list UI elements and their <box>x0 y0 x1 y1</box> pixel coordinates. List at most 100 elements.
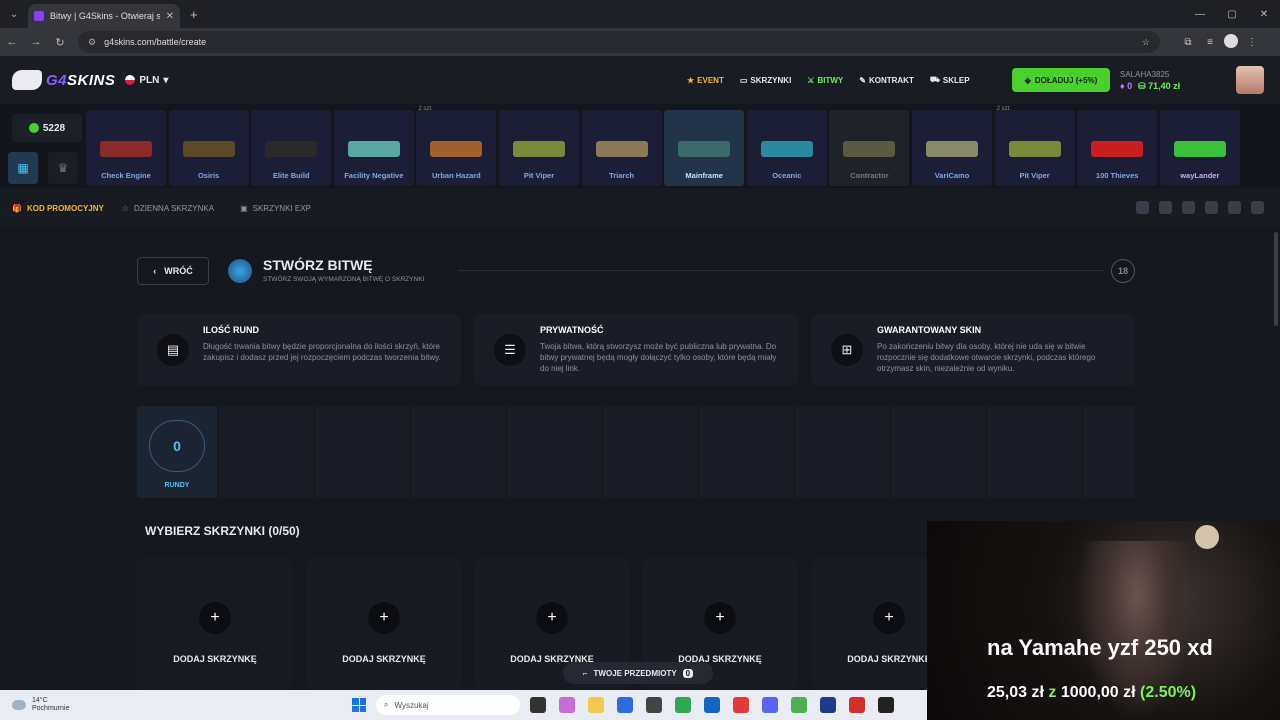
skin-name: Pit Viper <box>523 171 555 180</box>
grid-view-icon[interactable]: ▦ <box>8 152 38 184</box>
webcam-overlay: na Yamahe yzf 250 xd 25,03 zł z 1000,00 … <box>927 521 1280 720</box>
currency-selector[interactable]: PLN ▾ <box>125 75 168 86</box>
live-drop-item[interactable]: Elite Build <box>251 110 332 186</box>
live-drop-item[interactable]: 2 szt. Pit Viper <box>994 106 1075 186</box>
chevron-left-icon: ‹ <box>153 266 157 276</box>
nav-contract[interactable]: ✎ KONTRAKT <box>859 76 914 85</box>
live-drop-item[interactable]: 2 szt. Urban Hazard <box>416 106 497 186</box>
weather-text: Pochmurnie <box>32 705 70 712</box>
reload-icon[interactable]: ↻ <box>48 36 72 49</box>
avatar[interactable] <box>1236 66 1264 94</box>
close-tab-icon[interactable]: ✕ <box>166 11 174 22</box>
live-drop-item[interactable]: Triarch <box>581 110 662 186</box>
minimize-icon[interactable]: — <box>1184 0 1216 28</box>
discord-icon[interactable] <box>762 697 778 713</box>
live-drop-item[interactable]: VariCamo <box>912 110 992 186</box>
scrollbar[interactable] <box>1274 232 1278 326</box>
new-tab-icon[interactable]: + <box>190 7 198 22</box>
discord-icon[interactable] <box>1228 201 1241 214</box>
deposit-button[interactable]: ◆ DOŁADUJ (+5%) <box>1012 68 1110 92</box>
exp-cases-link[interactable]: ▣ SKRZYNKI EXP <box>240 204 311 213</box>
app-icon[interactable] <box>704 697 720 713</box>
promo-code-link[interactable]: 🎁 KOD PROMOCYJNY <box>12 204 104 213</box>
back-button[interactable]: ‹ WRÓĆ <box>137 257 209 285</box>
nav-battles[interactable]: ⚔ BITWY <box>807 76 843 85</box>
round-slot <box>411 406 505 498</box>
crown-icon[interactable]: ♛ <box>48 152 78 184</box>
telegram-icon[interactable] <box>1251 201 1264 214</box>
app-icon[interactable] <box>646 697 662 713</box>
skin-image <box>1173 141 1226 157</box>
info-card-rounds: ▤ ILOŚĆ RUND Długość trwania bitwy będzi… <box>137 314 461 386</box>
app-icon[interactable] <box>878 697 894 713</box>
rounds-count: 0 <box>149 420 205 472</box>
live-drop-item[interactable]: Oceanic <box>746 110 827 186</box>
your-items-button[interactable]: ⌐ TWOJE PRZEDMIOTY 0 <box>563 662 713 684</box>
live-drop-item[interactable]: Osiris <box>168 110 249 186</box>
currency-label: PLN <box>139 74 160 86</box>
media-icon[interactable]: ≡ <box>1202 34 1218 50</box>
wallet-icon: ◆ <box>1024 75 1031 85</box>
chrome-icon[interactable] <box>791 697 807 713</box>
case-icon: ▤ <box>157 334 189 366</box>
nav-cases[interactable]: ▭ SKRZYNKI <box>740 76 791 85</box>
back-arrow-icon[interactable]: ← <box>0 36 24 48</box>
box-icon: ▣ <box>240 203 248 213</box>
nav-event[interactable]: ★ EVENT <box>687 76 724 85</box>
app-icon[interactable] <box>559 697 575 713</box>
tiktok-icon[interactable] <box>1205 201 1218 214</box>
add-case-button[interactable]: + DODAJ SKRZYNKĘ <box>137 558 293 690</box>
live-drop-item[interactable]: wayLander <box>1159 110 1240 186</box>
donation-goal-title: na Yamahe yzf 250 xd <box>987 635 1213 660</box>
forward-arrow-icon[interactable]: → <box>24 36 48 48</box>
round-slot <box>315 406 409 498</box>
rounds-strip: 0 RUNDY <box>137 406 1137 498</box>
url-field[interactable]: ⚙ g4skins.com/battle/create ☆ <box>78 31 1160 53</box>
live-drop-item[interactable]: Contractor <box>829 110 910 186</box>
nav-shop[interactable]: ⛟ SKLEP <box>930 75 970 85</box>
profile-avatar-icon[interactable] <box>1224 34 1238 48</box>
select-cases-title: WYBIERZ SKRZYNKI (0/50) <box>145 524 300 538</box>
app-icon[interactable] <box>820 697 836 713</box>
facebook-icon[interactable] <box>1136 201 1149 214</box>
bookmark-star-icon[interactable]: ☆ <box>1142 37 1150 48</box>
round-slot <box>795 406 889 498</box>
tab-search-icon[interactable]: ⌄ <box>0 0 28 28</box>
live-drop-item[interactable]: Check Engine <box>86 110 166 186</box>
live-drop-item[interactable]: Mainframe <box>664 110 745 186</box>
weather-widget[interactable]: 14°C Pochmurnie <box>12 697 69 713</box>
opera-icon[interactable] <box>733 697 749 713</box>
extensions-icon[interactable]: ⧉ <box>1180 34 1196 50</box>
folder-icon[interactable] <box>588 697 604 713</box>
browser-tab[interactable]: Bitwy | G4Skins - Otwieraj skrz ✕ <box>28 4 180 28</box>
close-window-icon[interactable]: ✕ <box>1248 0 1280 28</box>
round-slot <box>603 406 697 498</box>
app-icon[interactable] <box>617 697 633 713</box>
taskbar-search[interactable]: ⌕ Wyszukaj <box>376 695 520 715</box>
instagram-icon[interactable] <box>1159 201 1172 214</box>
add-case-button[interactable]: + DODAJ SKRZYNKĘ <box>306 558 462 690</box>
live-drop-item[interactable]: 100 Thieves <box>1077 110 1158 186</box>
start-icon[interactable] <box>352 698 366 712</box>
maximize-icon[interactable]: ▢ <box>1216 0 1248 28</box>
info-card-text: Długość trwania bitwy będzie proporcjona… <box>203 342 441 362</box>
live-drop-item[interactable]: Facility Negative <box>333 110 414 186</box>
plus-icon: + <box>368 602 400 634</box>
gift-icon: ⊞ <box>831 334 863 366</box>
skin-name: Mainframe <box>685 171 723 180</box>
skin-image <box>678 141 731 157</box>
live-drop-item[interactable]: Pit Viper <box>499 110 579 186</box>
case-icon: ▭ <box>739 75 748 85</box>
xbox-icon[interactable] <box>675 697 691 713</box>
gift-icon: 🎁 <box>12 203 22 213</box>
daily-case-link[interactable]: ☆ DZIENNA SKRZYNKA <box>122 204 214 213</box>
app-icon[interactable] <box>849 697 865 713</box>
battle-title-icon <box>228 259 252 283</box>
app-icon[interactable] <box>530 697 546 713</box>
browser-menu-icon[interactable]: ⋮ <box>1244 34 1260 50</box>
site-info-icon[interactable]: ⚙ <box>88 37 96 48</box>
user-balance[interactable]: SALAHA3825 ♦ 0 ⛁ 71,40 zł <box>1120 70 1180 92</box>
x-icon[interactable] <box>1182 201 1195 214</box>
site-logo[interactable]: G4SKINS <box>12 70 115 90</box>
page-title: STWÓRZ BITWĘ <box>263 257 373 273</box>
